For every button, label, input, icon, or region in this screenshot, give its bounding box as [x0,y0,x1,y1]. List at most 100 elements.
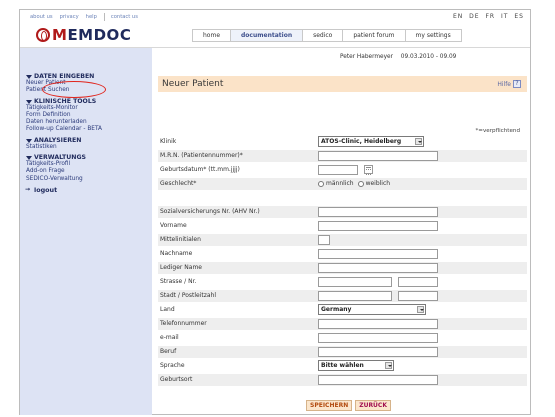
row-geburtsort: Geburtsort [158,374,527,386]
label-mrn: M.R.N. (Patientennummer)* [160,152,243,159]
lang-es[interactable]: ES [514,13,524,20]
label-telefon: Telefonnummer [160,320,207,327]
sidebar-item-taetigkeits-profil[interactable]: Tätigkeits-Profil [20,161,152,168]
sidebar-item-taetigkeits-monitor[interactable]: Tätigkeits-Monitor [20,105,152,112]
memdoc-logo[interactable]: MEMDOC [36,26,132,44]
label-vorname: Vorname [160,222,187,229]
mrn-field[interactable] [318,151,438,161]
sidebar-heading-daten-eingeben[interactable]: DATEN EINGEBEN [20,73,152,80]
label-svnr: Sozialversicherungs Nr. (AHV Nr.) [160,208,260,215]
sidebar-item-form-definition[interactable]: Form Definition [20,112,152,119]
nachname-field[interactable] [318,249,438,259]
privacy-link[interactable]: privacy [60,14,79,20]
svnr-field[interactable] [318,207,438,217]
help-label: Hilfe [497,80,511,88]
row-ledigername: Lediger Name [158,262,527,274]
label-ledigername: Lediger Name [160,264,202,271]
session-date: 09.03.2010 - 09.09 [400,54,457,60]
row-nachname: Nachname [158,248,527,260]
radio-weiblich-label: weiblich [365,180,391,187]
ledigername-field[interactable] [318,263,438,273]
radio-weiblich[interactable] [357,180,364,187]
hausnummer-field[interactable] [398,277,438,287]
geschlecht-radio-group: männlich weiblich [318,180,394,187]
help-icon: ? [513,80,521,88]
nav-documentation[interactable]: documentation [231,29,304,42]
logo-text-m: M [52,26,68,44]
save-button[interactable]: SPEICHERN [306,400,353,411]
user-name: Peter Habermeyer [340,54,393,60]
sidebar-item-follow-up-calendar[interactable]: Follow-up Calendar - BETA [20,126,152,133]
label-strasse: Strasse / Nr. [160,278,197,285]
strasse-field[interactable] [318,277,392,287]
row-klinik: Klinik ATOS-Clinic, Heidelberg [158,136,527,148]
row-mrn: M.R.N. (Patientennummer)* [158,150,527,162]
contact-us-link[interactable]: contact us [111,14,138,20]
label-email: e-mail [160,334,179,341]
beruf-field[interactable] [318,347,438,357]
chevron-down-icon [415,138,422,145]
sidebar-item-add-on-frage[interactable]: Add-on Frage [20,168,152,175]
radio-maennlich[interactable] [318,180,324,187]
lang-en[interactable]: EN [453,13,463,20]
label-beruf: Beruf [160,348,177,355]
user-info: Peter Habermeyer 09.03.2010 - 09.09 [340,54,462,60]
chevron-down-icon [385,362,392,369]
label-stadt: Stadt / Postleitzahl [160,292,217,299]
sidebar-heading-analysieren[interactable]: ANALYSIEREN [20,137,152,144]
label-mittelinitialen: Mittelinitialen [160,236,201,243]
highlight-circle [42,81,106,98]
required-note: *=verpflichtend [475,128,520,134]
nav-sedico[interactable]: sedico [303,29,344,42]
klinik-select[interactable]: ATOS-Clinic, Heidelberg [318,136,424,147]
telefon-field[interactable] [318,319,438,329]
logo-text-rest: EMDOC [67,26,132,44]
logo-icon [36,28,50,42]
logout-link[interactable]: logout [20,186,152,194]
sidebar-heading-verwaltungs[interactable]: VERWALTUNGS [20,154,152,161]
label-sprache: Sprache [160,362,185,369]
page-header: Neuer Patient Hilfe ? [158,76,527,92]
nav-my-settings[interactable]: my settings [405,29,462,42]
sidebar-item-sedico-verwaltung[interactable]: SEDICO-Verwaltung [20,176,152,183]
sidebar-item-statistiken[interactable]: Statistiken [20,144,152,151]
row-email: e-mail [158,332,527,344]
land-select[interactable]: Germany [318,304,426,315]
row-land: Land Germany [158,304,527,316]
nav-patient-forum[interactable]: patient forum [343,29,406,42]
lang-it[interactable]: IT [501,13,508,20]
lang-de[interactable]: DE [469,13,479,20]
sprache-select[interactable]: Bitte wählen [318,360,394,371]
back-button[interactable]: ZURÜCK [355,400,391,411]
row-svnr: Sozialversicherungs Nr. (AHV Nr.) [158,206,527,218]
label-nachname: Nachname [160,250,193,257]
chevron-down-icon [417,306,424,313]
row-sprache: Sprache Bitte wählen [158,360,527,372]
stadt-field[interactable] [318,291,392,301]
row-vorname: Vorname [158,220,527,232]
label-geburtsdatum: Geburtsdatum* (tt.mm.jjjj) [160,166,240,173]
row-strasse: Strasse / Nr. [158,276,527,288]
nav-home[interactable]: home [192,29,232,42]
lang-fr[interactable]: FR [485,13,495,20]
email-field[interactable] [318,333,438,343]
row-geburtsdatum: Geburtsdatum* (tt.mm.jjjj) [158,164,527,176]
label-klinik: Klinik [160,138,177,145]
browser-page: about us privacy help contact us EN DE F… [19,9,531,415]
sidebar: DATEN EINGEBEN Neuer Patient Patient Suc… [20,48,152,415]
geburtsort-field[interactable] [318,375,438,385]
mittelinitialen-field[interactable] [318,235,330,245]
geburtsdatum-field[interactable] [318,165,358,175]
row-stadt: Stadt / Postleitzahl [158,290,527,302]
postleitzahl-field[interactable] [398,291,438,301]
form-actions: SPEICHERN ZURÜCK [306,400,394,411]
vorname-field[interactable] [318,221,438,231]
sidebar-heading-klinische-tools[interactable]: KLINISCHE TOOLS [20,98,152,105]
page-title: Neuer Patient [162,79,224,89]
divider [103,13,105,21]
help-button[interactable]: Hilfe ? [497,80,521,88]
sidebar-item-daten-herunterladen[interactable]: Daten herunterladen [20,119,152,126]
calendar-icon[interactable] [364,165,373,175]
about-us-link[interactable]: about us [30,14,53,20]
help-link[interactable]: help [86,14,97,20]
